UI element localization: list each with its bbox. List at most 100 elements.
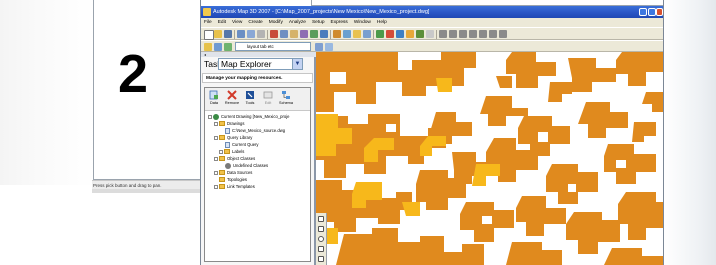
tools-button-label: Tools — [245, 101, 255, 105]
land-parcels-map — [316, 52, 663, 265]
markup-icon[interactable] — [416, 30, 424, 38]
task-description: Manage your mapping resources. — [202, 73, 313, 83]
folder-icon — [224, 149, 230, 155]
tree-node-current-drawing[interactable]: Current Drawing [New_Mexico_proje — [208, 113, 289, 120]
layer-previous-icon[interactable] — [325, 43, 333, 51]
new-icon[interactable] — [204, 30, 214, 40]
cut-icon[interactable] — [270, 30, 278, 38]
tree-node-label: Drawings — [227, 121, 245, 126]
zoom-window-icon[interactable] — [353, 30, 361, 38]
pan-tool-icon[interactable] — [318, 216, 324, 222]
menu-modify[interactable]: Modify — [269, 18, 283, 27]
expand-icon[interactable] — [214, 184, 218, 189]
pan-icon[interactable] — [333, 30, 341, 38]
schema-button[interactable]: Schema — [278, 89, 294, 109]
zoom-scale-icon[interactable] — [479, 30, 487, 38]
expand-icon[interactable] — [219, 149, 223, 154]
tree-node-labels[interactable]: Labels — [219, 148, 244, 155]
paste-icon[interactable] — [290, 30, 298, 38]
folder-icon — [219, 184, 225, 190]
open-icon[interactable] — [214, 30, 222, 38]
zoom-center-icon[interactable] — [489, 30, 497, 38]
expand-icon[interactable] — [214, 170, 218, 175]
chevron-down-icon[interactable]: ▼ — [292, 59, 302, 69]
menu-express[interactable]: Express — [331, 18, 348, 27]
calculator-icon[interactable] — [426, 30, 434, 38]
tree-node-data-sources[interactable]: Data Sources — [214, 169, 252, 176]
tree-node-drawings[interactable]: Drawings — [214, 120, 244, 127]
map-explorer-panel: Data Remove Tools Edit Schema Current Dr… — [204, 87, 311, 262]
window-tool-icon[interactable] — [318, 246, 324, 252]
design-center-icon[interactable] — [386, 30, 394, 38]
tree-node-current-query[interactable]: Current Query — [225, 141, 259, 148]
maximize-button[interactable] — [648, 8, 656, 16]
menu-view[interactable]: View — [232, 18, 242, 27]
tree-node-source-drawing[interactable]: C:\New_Mexico_source.dwg — [225, 127, 285, 134]
collapse-icon[interactable] — [214, 135, 218, 140]
data-icon — [209, 90, 218, 100]
tree-node-label: Labels — [232, 149, 245, 154]
undo-icon[interactable] — [310, 30, 318, 38]
orbit-tool-icon[interactable] — [318, 236, 324, 242]
properties-icon[interactable] — [376, 30, 384, 38]
close-button[interactable] — [656, 8, 663, 16]
zoom-object-icon[interactable] — [499, 30, 507, 38]
zoom-previous-icon[interactable] — [363, 30, 371, 38]
zoom-extents-icon[interactable] — [469, 30, 477, 38]
preview-icon[interactable] — [247, 30, 255, 38]
select-tool-icon[interactable] — [318, 256, 324, 262]
map-canvas[interactable] — [316, 52, 663, 265]
collapse-icon[interactable] — [208, 114, 212, 119]
layer-dropdown[interactable]: layout tab etc — [235, 42, 311, 51]
class-icon — [225, 162, 231, 169]
sheet-set-icon[interactable] — [406, 30, 414, 38]
minimize-button[interactable] — [639, 8, 647, 16]
zoom-in-icon[interactable] — [439, 30, 447, 38]
folder-icon — [219, 121, 225, 127]
menu-edit[interactable]: Edit — [218, 18, 226, 27]
title-bar[interactable]: Autodesk Map 3D 2007 - [C:\Map_2007_proj… — [201, 6, 663, 18]
collapse-icon[interactable] — [214, 121, 218, 126]
tree-node-label: Query Library — [227, 135, 253, 140]
menu-file[interactable]: File — [204, 18, 212, 27]
menu-help[interactable]: Help — [377, 18, 387, 27]
layer-properties-icon[interactable] — [204, 43, 212, 51]
tools-button[interactable]: Tools — [242, 89, 258, 109]
tree-node-object-classes[interactable]: Object Classes — [214, 155, 255, 162]
zoom-realtime-icon[interactable] — [343, 30, 351, 38]
task-dropdown[interactable]: Map Explorer ▼ — [218, 58, 303, 70]
copy-icon[interactable] — [280, 30, 288, 38]
collapse-icon[interactable] — [214, 156, 218, 161]
edit-button[interactable]: Edit — [260, 89, 276, 109]
layer-state-icon[interactable] — [214, 43, 222, 51]
remove-button[interactable]: Remove — [224, 89, 240, 109]
tool-palettes-icon[interactable] — [396, 30, 404, 38]
tree-node-undefined-classes[interactable]: Undefined Classes — [225, 162, 268, 169]
menu-create[interactable]: Create — [248, 18, 262, 27]
app-icon — [203, 8, 211, 16]
layer-on-icon[interactable] — [224, 43, 232, 51]
make-current-icon[interactable] — [315, 43, 323, 51]
data-button[interactable]: Data — [206, 89, 222, 109]
save-icon[interactable] — [224, 30, 232, 38]
redo-icon[interactable] — [320, 30, 328, 38]
zoom-all-icon[interactable] — [459, 30, 467, 38]
slide-right-shade — [664, 0, 716, 265]
task-dropdown-value: Map Explorer — [221, 59, 272, 69]
autodesk-map-window: Autodesk Map 3D 2007 - [C:\Map_2007_proj… — [200, 0, 664, 265]
menu-setup[interactable]: Setup — [312, 18, 325, 27]
zoom-out-icon[interactable] — [449, 30, 457, 38]
slide-shadow — [0, 0, 96, 185]
publish-icon[interactable] — [257, 30, 265, 38]
tree-node-link-templates[interactable]: Link Templates — [214, 183, 255, 190]
menu-window[interactable]: Window — [354, 18, 371, 27]
tree-node-query-library[interactable]: Query Library — [214, 134, 252, 141]
menu-analyze[interactable]: Analyze — [289, 18, 306, 27]
edit-button-label: Edit — [264, 101, 272, 105]
match-properties-icon[interactable] — [300, 30, 308, 38]
task-pane: ◂ Task: Map Explorer ▼ Manage your mappi… — [201, 52, 316, 265]
plot-icon[interactable] — [237, 30, 245, 38]
schema-button-label: Schema — [279, 101, 293, 105]
rotate-tool-icon[interactable] — [318, 226, 324, 232]
tree-node-topologies[interactable]: Topologies — [219, 176, 247, 183]
